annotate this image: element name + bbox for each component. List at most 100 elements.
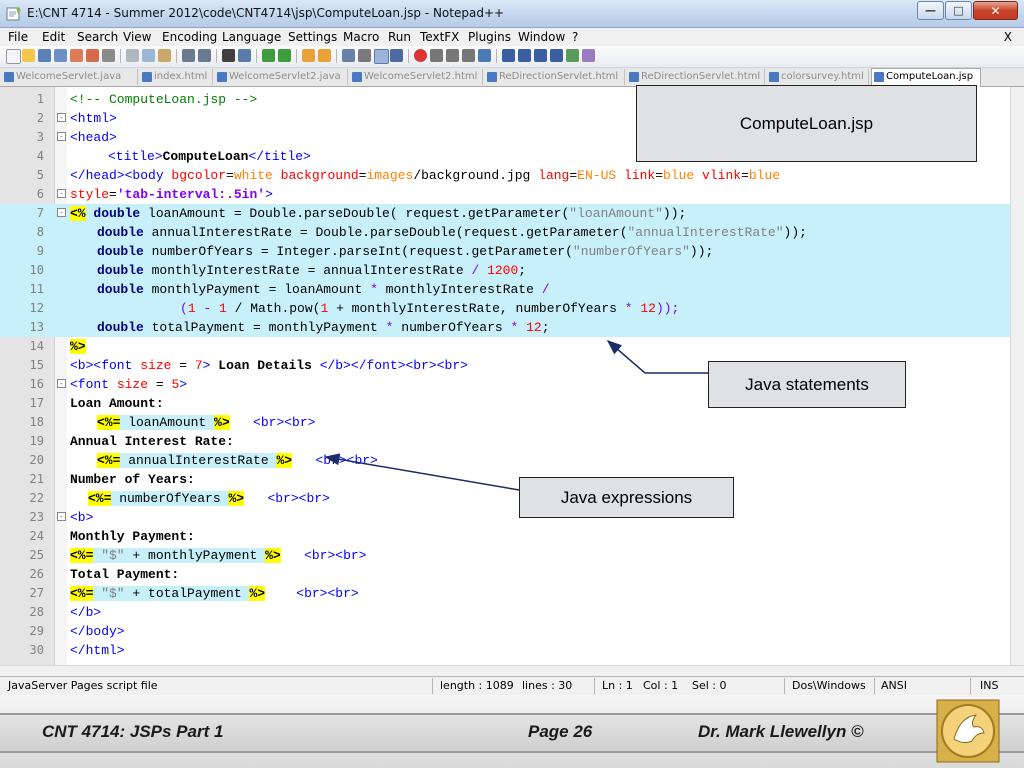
code-text: 12 bbox=[632, 301, 656, 316]
code-text: = bbox=[226, 168, 234, 183]
line-number: 23 bbox=[29, 510, 44, 524]
menu-plugins[interactable]: Plugins bbox=[468, 30, 511, 44]
horizontal-scrollbar[interactable] bbox=[0, 665, 1024, 676]
fold-minus-icon[interactable]: - bbox=[57, 189, 66, 199]
code-text: double bbox=[85, 206, 141, 221]
fold-minus-icon[interactable]: - bbox=[57, 208, 66, 218]
code-text: size bbox=[140, 358, 172, 373]
menu-settings[interactable]: Settings bbox=[288, 30, 337, 44]
menu-help[interactable]: ? bbox=[572, 30, 578, 44]
line-number: 22 bbox=[29, 491, 44, 505]
close-button[interactable]: ✕ bbox=[973, 1, 1018, 20]
menu-file[interactable]: File bbox=[8, 30, 28, 44]
code-text: </head><body bbox=[70, 168, 172, 183]
sync-v-icon[interactable] bbox=[302, 49, 315, 62]
code-line: 5 </head><body bgcolor=white background=i… bbox=[0, 166, 1010, 185]
close-file-icon[interactable] bbox=[70, 49, 83, 62]
callout-java-statements: Java statements bbox=[708, 361, 906, 408]
align-icon[interactable] bbox=[550, 49, 563, 62]
code-text: </body> bbox=[70, 624, 125, 639]
indent-guide-icon[interactable] bbox=[374, 49, 389, 64]
tab-label: colorsurvey.html bbox=[781, 71, 864, 82]
code-line: 12 (1 - 1 / Math.pow(1 + monthlyInterestR… bbox=[0, 299, 1010, 318]
plugin-icon[interactable] bbox=[566, 49, 579, 62]
code-text: <br><br> bbox=[280, 548, 367, 563]
file-icon bbox=[769, 72, 779, 82]
menu-run[interactable]: Run bbox=[388, 30, 411, 44]
copy-icon[interactable] bbox=[142, 49, 155, 62]
close-document-button[interactable]: X bbox=[1004, 30, 1012, 44]
save-all-icon[interactable] bbox=[54, 49, 67, 62]
find-icon[interactable] bbox=[222, 49, 235, 62]
print-icon[interactable] bbox=[102, 49, 115, 62]
code-line: 25 <%= "$" + monthlyPayment %> <br><br> bbox=[0, 546, 1010, 565]
record-macro-icon[interactable] bbox=[414, 49, 427, 62]
menu-language[interactable]: Language bbox=[222, 30, 281, 44]
wrap-icon[interactable] bbox=[342, 49, 355, 62]
file-icon bbox=[142, 72, 152, 82]
status-length: length : 1089 bbox=[440, 679, 514, 692]
code-text: = bbox=[655, 168, 664, 183]
zoom-out-icon[interactable] bbox=[278, 49, 291, 62]
menu-macro[interactable]: Macro bbox=[343, 30, 379, 44]
code-text: ( bbox=[180, 301, 188, 316]
tab-label: index.html bbox=[154, 71, 208, 82]
maximize-button[interactable]: □ bbox=[945, 1, 972, 20]
code-text: blue bbox=[748, 168, 781, 183]
fold-minus-icon[interactable]: - bbox=[57, 113, 66, 123]
save-icon[interactable] bbox=[38, 49, 51, 62]
sort-icon[interactable] bbox=[502, 49, 515, 62]
menu-textfx[interactable]: TextFX bbox=[420, 30, 459, 44]
cut-icon[interactable] bbox=[126, 49, 139, 62]
new-file-icon[interactable] bbox=[6, 49, 21, 64]
code-line: 9 double numberOfYears = Integer.parseInt… bbox=[0, 242, 1010, 261]
code-line: 11 double monthlyPayment = loanAmount * m… bbox=[0, 280, 1010, 299]
menu-window[interactable]: Window bbox=[518, 30, 565, 44]
tab-redirectionservlet-html-1[interactable]: ReDirectionServlet.html bbox=[485, 69, 625, 85]
open-file-icon[interactable] bbox=[22, 49, 35, 62]
footer-author: Dr. Mark Llewellyn © bbox=[698, 722, 864, 741]
line-number: 18 bbox=[29, 415, 44, 429]
file-icon bbox=[874, 72, 884, 82]
show-all-chars-icon[interactable] bbox=[358, 49, 371, 62]
replace-icon[interactable] bbox=[238, 49, 251, 62]
save-macro-icon[interactable] bbox=[478, 49, 491, 62]
tab-index-html[interactable]: index.html bbox=[140, 69, 213, 85]
menu-edit[interactable]: Edit bbox=[42, 30, 65, 44]
run-macro-icon[interactable] bbox=[462, 49, 475, 62]
tab-welcomeservlet-java[interactable]: WelcomeServlet.java bbox=[2, 69, 138, 85]
tab-label: ReDirectionServlet.html bbox=[641, 71, 761, 82]
arrow-down-icon[interactable] bbox=[534, 49, 547, 62]
fold-minus-icon[interactable]: - bbox=[57, 379, 66, 389]
tab-colorsurvey-html[interactable]: colorsurvey.html bbox=[767, 69, 869, 85]
menu-search[interactable]: Search bbox=[77, 30, 118, 44]
close-all-icon[interactable] bbox=[86, 49, 99, 62]
minimize-button[interactable]: — bbox=[917, 1, 944, 20]
fold-minus-icon[interactable]: - bbox=[57, 512, 66, 522]
stop-macro-icon[interactable] bbox=[430, 49, 443, 62]
code-text: * bbox=[624, 301, 633, 316]
user-lang-icon[interactable] bbox=[390, 49, 403, 62]
tab-label: ComputeLoan.jsp bbox=[886, 71, 974, 82]
sync-h-icon[interactable] bbox=[318, 49, 331, 62]
code-line: 22 <%= numberOfYears %> <br><br> bbox=[0, 489, 1010, 508]
fold-minus-icon[interactable]: - bbox=[57, 132, 66, 142]
jsp-close-delimiter: %> bbox=[70, 339, 86, 354]
line-number: 4 bbox=[36, 149, 44, 163]
tab-welcomeservlet2-java[interactable]: WelcomeServlet2.java bbox=[215, 69, 348, 85]
tab-redirectionservlet-html-2[interactable]: ReDirectionServlet.html bbox=[627, 69, 765, 85]
code-line: 6 - style='tab-interval:.5in'> bbox=[0, 185, 1010, 204]
menu-view[interactable]: View bbox=[123, 30, 151, 44]
zoom-in-icon[interactable] bbox=[262, 49, 275, 62]
code-text: double bbox=[97, 225, 144, 240]
vertical-scrollbar[interactable] bbox=[1010, 87, 1024, 665]
arrow-up-icon[interactable] bbox=[518, 49, 531, 62]
menu-encoding[interactable]: Encoding bbox=[162, 30, 217, 44]
play-macro-icon[interactable] bbox=[446, 49, 459, 62]
tab-welcomeservlet2-html[interactable]: WelcomeServlet2.html bbox=[350, 69, 483, 85]
paste-icon[interactable] bbox=[158, 49, 171, 62]
code-text: > bbox=[202, 358, 219, 373]
undo-icon[interactable] bbox=[182, 49, 195, 62]
redo-icon[interactable] bbox=[198, 49, 211, 62]
spellcheck-icon[interactable] bbox=[582, 49, 595, 62]
